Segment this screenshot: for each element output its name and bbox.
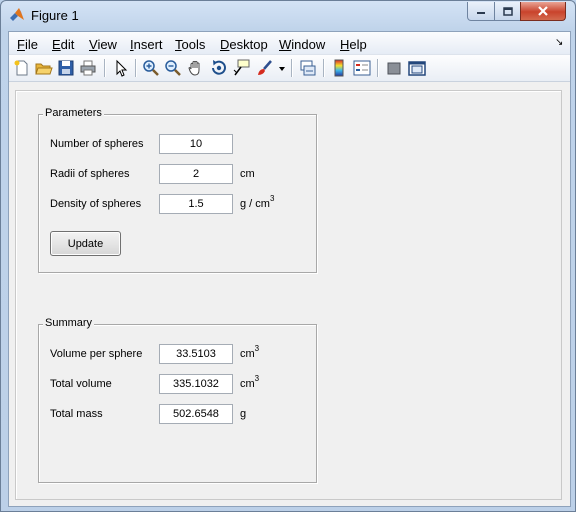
close-button[interactable] [520,2,566,21]
dock-arrow-icon[interactable]: ↘ [555,37,563,48]
figure-window: Figure 1 File Edit View Insert Tools Des… [0,0,576,512]
data-cursor-icon[interactable] [233,59,251,77]
parameters-panel: Parameters Number of spheres 10 Radii of… [38,107,317,273]
brush-icon[interactable] [256,59,274,77]
maximize-icon [502,6,513,16]
total-volume-field: 335.1032 [159,374,233,394]
zoom-out-icon[interactable] [164,59,182,77]
open-file-icon[interactable] [35,59,53,77]
menu-view[interactable]: View [89,37,117,52]
density-label: Density of spheres [50,198,142,210]
radii-field[interactable]: 2 [159,164,233,184]
link-plot-icon[interactable] [299,59,317,77]
pan-icon[interactable] [187,59,205,77]
new-figure-icon[interactable] [13,59,31,77]
figure-toolbar [9,55,570,82]
num-spheres-label: Number of spheres [50,138,144,150]
client-area: File Edit View Insert Tools Desktop Wind… [8,31,571,507]
menu-window[interactable]: Window [279,37,325,52]
close-icon [538,6,548,16]
volume-per-sphere-unit: cm3 [240,344,260,361]
total-mass-field: 502.6548 [159,404,233,424]
minimize-icon [477,12,485,14]
menu-insert[interactable]: Insert [130,37,163,52]
matlab-logo-icon [10,8,24,21]
title-bar[interactable]: Figure 1 [1,1,575,31]
radii-label: Radii of spheres [50,168,130,180]
radii-unit: cm [240,168,255,180]
toolbar-separator [104,59,106,77]
density-field[interactable]: 1.5 [159,194,233,214]
minimize-button[interactable] [467,2,495,21]
legend-icon[interactable] [353,59,371,77]
menu-bar: File Edit View Insert Tools Desktop Wind… [9,32,570,55]
num-spheres-field[interactable]: 10 [159,134,233,154]
colorbar-icon[interactable] [330,59,348,77]
save-icon[interactable] [57,59,75,77]
hide-plot-tools-icon[interactable] [385,59,403,77]
zoom-in-icon[interactable] [142,59,160,77]
toolbar-separator [323,59,325,77]
update-button[interactable]: Update [50,231,121,256]
volume-per-sphere-field: 33.5103 [159,344,233,364]
total-mass-unit: g [240,408,247,420]
rotate-3d-icon[interactable] [210,59,228,77]
pointer-icon[interactable] [112,59,130,77]
total-volume-unit: cm3 [240,374,260,391]
menu-file[interactable]: File [17,37,38,52]
print-icon[interactable] [79,59,97,77]
menu-desktop[interactable]: Desktop [220,37,268,52]
toolbar-separator [291,59,293,77]
menu-help[interactable]: Help [340,37,367,52]
menu-tools[interactable]: Tools [175,37,205,52]
summary-panel: Summary Volume per sphere 33.5103 cm3 To… [38,317,317,483]
total-mass-label: Total mass [50,408,103,420]
total-volume-label: Total volume [50,378,112,390]
window-title: Figure 1 [31,8,79,23]
maximize-button[interactable] [494,2,521,21]
toolbar-separator [377,59,379,77]
summary-panel-title: Summary [43,317,95,329]
show-plot-tools-icon[interactable] [408,59,426,77]
brush-dropdown-icon[interactable] [279,67,285,71]
toolbar-separator [135,59,137,77]
density-unit: g / cm3 [240,194,275,211]
menu-edit[interactable]: Edit [52,37,74,52]
volume-per-sphere-label: Volume per sphere [50,348,143,360]
parameters-panel-title: Parameters [43,107,104,119]
figure-canvas: Parameters Number of spheres 10 Radii of… [9,82,570,506]
